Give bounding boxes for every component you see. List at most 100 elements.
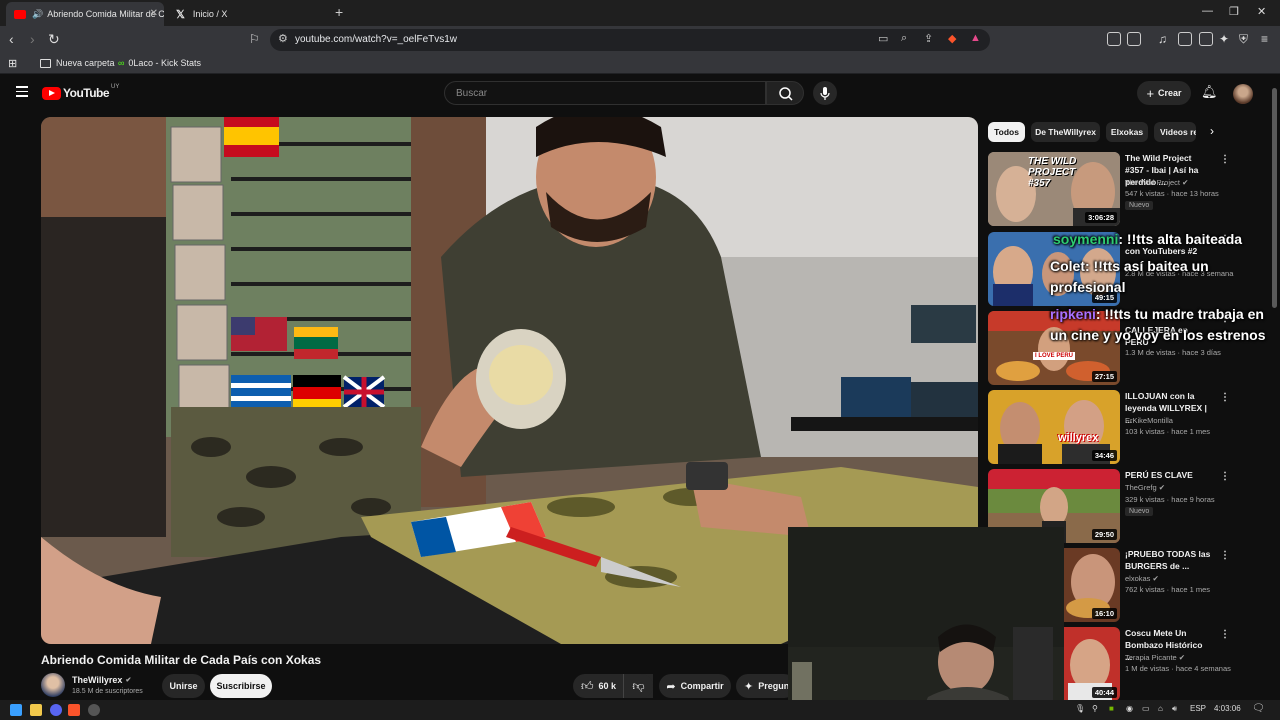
discord-icon[interactable] bbox=[50, 704, 62, 716]
youtube-wordmark: YouTube bbox=[63, 86, 110, 100]
tab-label: Abriendo Comida Militar de C bbox=[47, 9, 164, 19]
ask-button[interactable]: ✦ Pregunt bbox=[736, 674, 796, 698]
vpn-icon[interactable]: ⛨ bbox=[1239, 32, 1248, 47]
chip-label: Todos bbox=[994, 127, 1019, 137]
bookmark-folder[interactable]: Nueva carpeta bbox=[40, 58, 115, 68]
bookmark-kick-stats[interactable]: ∞ 0Laco - Kick Stats bbox=[118, 58, 201, 68]
start-icon[interactable] bbox=[10, 704, 22, 716]
file-explorer-icon[interactable] bbox=[30, 704, 42, 716]
more-options-icon[interactable]: ⋮ bbox=[1220, 550, 1230, 561]
rec-meta: 547 k vistas · hace 13 horas bbox=[1125, 189, 1219, 198]
reload-icon[interactable]: ↻ bbox=[48, 31, 60, 48]
brave-rewards-icon[interactable]: ▲ bbox=[970, 32, 981, 44]
thumbnail-text: THE WILD PROJECT #357 bbox=[1028, 156, 1077, 189]
rec-channel: Terapia Picante ✔ bbox=[1125, 653, 1185, 662]
obs-icon[interactable] bbox=[88, 704, 100, 716]
apps-grid-icon[interactable]: ⊞ bbox=[8, 57, 17, 70]
recommendation-item[interactable]: THE WILD PROJECT #357 3:06:28 The Wild P… bbox=[988, 152, 1268, 228]
recommendation-item[interactable]: willyrex 34:46 ILLOJUAN con la leyenda W… bbox=[988, 390, 1268, 466]
more-options-icon[interactable]: ⋮ bbox=[1220, 392, 1230, 403]
duration: 29:50 bbox=[1091, 529, 1117, 540]
menu-icon[interactable]: ≡ bbox=[1261, 32, 1268, 46]
subscribe-label: Suscribirse bbox=[216, 681, 266, 691]
join-button[interactable]: Unirse bbox=[162, 674, 205, 698]
chat-username: soymenni bbox=[1053, 231, 1119, 247]
search-input[interactable]: Buscar bbox=[444, 81, 766, 105]
extensions-icon[interactable] bbox=[1107, 32, 1121, 46]
audio-playing-icon[interactable]: 🔊 bbox=[32, 9, 43, 20]
brave-shields-icon[interactable]: ◆ bbox=[948, 32, 956, 45]
tab-youtube[interactable]: 🔊 Abriendo Comida Militar de C ✕ bbox=[6, 2, 164, 26]
page-scrollbar[interactable] bbox=[1272, 88, 1277, 308]
close-window-icon[interactable]: ✕ bbox=[1257, 5, 1266, 18]
close-tab-icon[interactable]: ✕ bbox=[150, 8, 158, 19]
mic-tray-icon[interactable]: 🎙︎ bbox=[1075, 704, 1085, 713]
dislike-button[interactable]: 👎︎ bbox=[623, 674, 653, 698]
video-thumbnail[interactable]: THE WILD PROJECT #357 3:06:28 bbox=[988, 152, 1120, 226]
create-button[interactable]: + Crear bbox=[1137, 81, 1191, 105]
url-text: youtube.com/watch?v=_oelFeTvs1w bbox=[295, 34, 458, 45]
brave-icon[interactable] bbox=[68, 704, 80, 716]
youtube-logo[interactable]: YouTube UY bbox=[42, 84, 120, 100]
duration: 34:46 bbox=[1091, 450, 1117, 461]
video-thumbnail[interactable]: willyrex 34:46 bbox=[988, 390, 1120, 464]
voice-search-button[interactable] bbox=[813, 81, 837, 105]
search-button[interactable] bbox=[766, 81, 804, 105]
bookmark-icon[interactable]: ⚐ bbox=[249, 32, 260, 46]
share-label: Compartir bbox=[680, 681, 724, 691]
steam-tray-icon[interactable]: ◉ bbox=[1126, 704, 1133, 713]
back-icon[interactable]: ‹ bbox=[9, 31, 14, 47]
zoom-icon[interactable]: ⌕ bbox=[901, 32, 907, 45]
notifications-bell-icon[interactable]: 🔔︎ bbox=[1201, 84, 1218, 100]
video-title: Abriendo Comida Militar de Cada País con… bbox=[41, 653, 322, 667]
restore-icon[interactable]: ❐ bbox=[1229, 5, 1239, 18]
channel-avatar[interactable] bbox=[41, 673, 65, 697]
forward-icon[interactable]: › bbox=[30, 31, 35, 47]
site-info-icon[interactable]: ⚙ bbox=[278, 32, 288, 45]
chip-all[interactable]: Todos bbox=[988, 122, 1025, 142]
reading-icon[interactable] bbox=[1127, 32, 1141, 46]
volume-tray-icon[interactable]: 🔊︎ bbox=[1172, 704, 1177, 714]
minimize-icon[interactable]: — bbox=[1202, 5, 1213, 17]
language-indicator[interactable]: ESP bbox=[1190, 704, 1206, 713]
chip-related[interactable]: Videos re bbox=[1154, 122, 1196, 142]
new-tab-button[interactable]: + bbox=[335, 4, 343, 20]
channel-name[interactable]: TheWillyrex ✔ bbox=[72, 675, 131, 685]
chat-username: ripkeni bbox=[1050, 306, 1096, 322]
chips-next-icon[interactable]: › bbox=[1210, 124, 1214, 138]
share-button[interactable]: ➦ Compartir bbox=[659, 674, 731, 698]
sidebar-icon[interactable] bbox=[1178, 32, 1192, 46]
tab-label: Inicio / X bbox=[192, 9, 228, 19]
share-icon[interactable]: ⇪ bbox=[924, 32, 933, 45]
more-options-icon[interactable]: ⋮ bbox=[1220, 629, 1230, 640]
hamburger-menu-icon[interactable] bbox=[16, 86, 28, 97]
leo-ai-icon[interactable]: ✦ bbox=[1219, 32, 1229, 46]
address-bar[interactable]: ⚙ youtube.com/watch?v=_oelFeTvs1w ▭ ⌕ ⇪ … bbox=[270, 29, 990, 51]
chip-elxokas[interactable]: Elxokas bbox=[1106, 122, 1148, 142]
wallet-icon[interactable] bbox=[1199, 32, 1213, 46]
rec-channel: The Wild Project ✔ bbox=[1125, 178, 1188, 187]
chip-thewillyrex[interactable]: De TheWillyrex bbox=[1031, 122, 1100, 142]
usb-tray-icon[interactable]: ⚲ bbox=[1092, 704, 1098, 713]
cast-icon[interactable]: ▭ bbox=[878, 32, 888, 45]
browser-toolbar: ‹ › ↻ ⚐ ⚙ youtube.com/watch?v=_oelFeTvs1… bbox=[0, 26, 1280, 54]
media-icon[interactable]: ♫ bbox=[1158, 32, 1167, 46]
monitor-tray-icon[interactable]: ▭ bbox=[1142, 704, 1150, 713]
join-label: Unirse bbox=[169, 681, 198, 691]
duration: 16:10 bbox=[1091, 608, 1117, 619]
clock[interactable]: 4:03:06 bbox=[1214, 704, 1241, 713]
avatar[interactable] bbox=[1233, 84, 1253, 104]
subscribe-button[interactable]: Suscribirse bbox=[210, 674, 272, 698]
network-tray-icon[interactable]: ⌂ bbox=[1158, 704, 1163, 713]
youtube-favicon-icon bbox=[14, 9, 26, 19]
nvidia-tray-icon[interactable]: ■ bbox=[1109, 704, 1114, 713]
more-options-icon[interactable]: ⋮ bbox=[1220, 471, 1230, 482]
notification-center-icon[interactable]: 🗨︎ bbox=[1252, 703, 1265, 714]
duration: 40:44 bbox=[1091, 687, 1117, 698]
verified-icon: ✔ bbox=[1158, 483, 1166, 492]
rec-meta: 762 k vistas · hace 1 mes bbox=[1125, 585, 1211, 594]
tab-x[interactable]: 𝕏 Inicio / X bbox=[168, 2, 328, 26]
region-code: UY bbox=[111, 84, 120, 90]
more-options-icon[interactable]: ⋮ bbox=[1220, 154, 1230, 165]
bookmarks-bar: ⊞ Nueva carpeta ∞ 0Laco - Kick Stats bbox=[0, 54, 1280, 74]
